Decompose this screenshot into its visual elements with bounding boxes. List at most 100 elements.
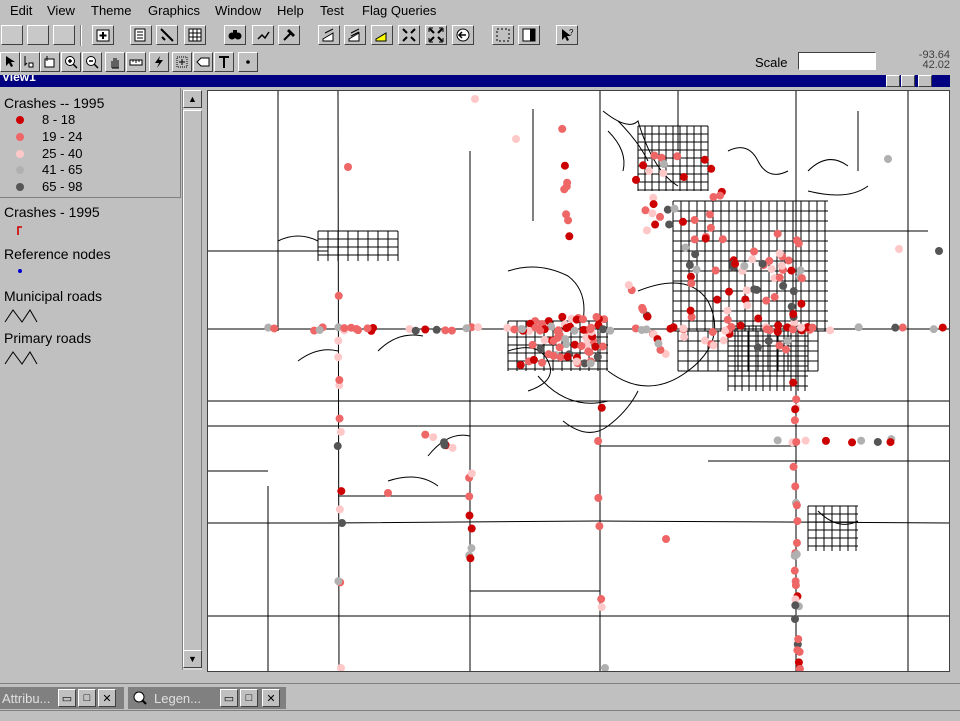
- crash-points: [264, 95, 947, 671]
- crash-point: [632, 175, 641, 184]
- scroll-up-icon[interactable]: ▲: [183, 90, 202, 108]
- minimized-legend-window[interactable]: Legen... ▭ □ ✕: [128, 687, 286, 709]
- crash-point: [448, 443, 457, 452]
- close-icon[interactable]: ✕: [262, 689, 280, 707]
- scroll-down-icon[interactable]: ▼: [183, 650, 202, 668]
- clear-selection-icon[interactable]: [518, 25, 540, 45]
- window-label: Attribu...: [2, 691, 51, 706]
- crash-point: [790, 551, 799, 560]
- crash-point: [529, 355, 538, 364]
- edit-legend-icon[interactable]: [156, 25, 178, 45]
- zoom-out-fixed-icon[interactable]: [425, 25, 447, 45]
- menu-bar: Edit View Theme Graphics Window Help Tes…: [0, 0, 960, 22]
- select-feature-icon[interactable]: [40, 52, 60, 72]
- crash-point: [701, 234, 710, 243]
- legend-scrollbar[interactable]: ▲ ▼: [182, 90, 202, 670]
- maximize-icon[interactable]: □: [78, 689, 96, 707]
- text-icon[interactable]: [214, 52, 234, 72]
- legend-symbol: [16, 166, 24, 174]
- hammer-icon[interactable]: [278, 25, 300, 45]
- crash-point: [775, 273, 784, 282]
- crash-point: [572, 357, 581, 366]
- zoom-full-icon[interactable]: [318, 25, 340, 45]
- crash-point: [797, 299, 806, 308]
- crash-point: [562, 182, 571, 191]
- crash-point: [624, 281, 633, 290]
- crash-point: [723, 306, 732, 315]
- close-icon[interactable]: ✕: [98, 689, 116, 707]
- pointer-icon[interactable]: [0, 52, 20, 72]
- restore-icon[interactable]: ▭: [220, 689, 238, 707]
- menu-test[interactable]: Test: [320, 3, 344, 18]
- crash-point: [334, 336, 343, 345]
- save-icon[interactable]: [53, 25, 75, 45]
- hotlink-icon[interactable]: [149, 52, 169, 72]
- crash-point: [773, 436, 782, 445]
- crash-point: [706, 223, 715, 232]
- crash-point: [794, 239, 803, 248]
- label-icon[interactable]: [193, 52, 213, 72]
- status-strip: [0, 710, 960, 721]
- menu-flag-queries[interactable]: Flag Queries: [362, 3, 436, 18]
- crash-point: [467, 469, 476, 478]
- measure-icon[interactable]: [126, 52, 146, 72]
- view-titlebar[interactable]: View1: [0, 75, 950, 87]
- zoom-out-icon[interactable]: [82, 52, 102, 72]
- zoom-selected-icon[interactable]: [371, 25, 393, 45]
- crash-point: [467, 524, 476, 533]
- crash-point: [935, 247, 943, 255]
- scroll-track[interactable]: [183, 110, 202, 650]
- vertex-edit-icon[interactable]: [20, 52, 40, 72]
- minimized-attributes-window[interactable]: Attribu... ▭ □ ✕: [0, 687, 124, 709]
- find-icon[interactable]: [224, 25, 246, 45]
- crash-point: [685, 261, 694, 270]
- crash-point: [789, 287, 798, 296]
- pan-icon[interactable]: [105, 52, 125, 72]
- crash-point: [891, 323, 900, 332]
- restore-icon[interactable]: ▭: [58, 689, 76, 707]
- draw-point-icon[interactable]: [238, 52, 258, 72]
- open-icon[interactable]: [27, 25, 49, 45]
- minimize-icon[interactable]: [886, 75, 900, 87]
- crash-point: [662, 535, 670, 543]
- map-canvas[interactable]: [208, 91, 950, 672]
- select-features-icon[interactable]: [492, 25, 514, 45]
- close-icon[interactable]: [918, 75, 932, 87]
- theme-properties-icon[interactable]: [130, 25, 152, 45]
- zoom-active-icon[interactable]: [344, 25, 366, 45]
- maximize-icon[interactable]: [901, 75, 915, 87]
- svg-text:?: ?: [569, 28, 574, 37]
- crash-point: [787, 266, 796, 275]
- line-symbol-icon: [4, 351, 38, 365]
- crash-point: [585, 348, 594, 357]
- query-icon[interactable]: [252, 25, 274, 45]
- area-of-interest-icon[interactable]: [172, 52, 192, 72]
- map-display[interactable]: [207, 90, 950, 672]
- crash-point: [723, 315, 732, 324]
- zoom-previous-icon[interactable]: [452, 25, 474, 45]
- menu-window[interactable]: Window: [215, 3, 261, 18]
- maximize-icon[interactable]: □: [240, 689, 258, 707]
- crash-point: [727, 323, 736, 332]
- crash-point: [536, 344, 545, 353]
- crash-point: [598, 342, 607, 351]
- crash-point: [340, 324, 349, 333]
- crash-point: [790, 416, 799, 425]
- menu-help[interactable]: Help: [277, 3, 304, 18]
- open-table-icon[interactable]: [184, 25, 206, 45]
- crash-point: [770, 293, 779, 302]
- menu-edit[interactable]: Edit: [10, 3, 32, 18]
- add-theme-icon[interactable]: [92, 25, 114, 45]
- crash-point: [597, 603, 606, 612]
- crash-point: [775, 249, 784, 258]
- scale-input[interactable]: [798, 52, 876, 70]
- tool-bar: Scale -93.64 42.02: [0, 50, 960, 75]
- menu-graphics[interactable]: Graphics: [148, 3, 200, 18]
- new-icon[interactable]: [1, 25, 23, 45]
- menu-theme[interactable]: Theme: [91, 3, 131, 18]
- coordinate-readout: -93.64 42.02: [900, 50, 950, 71]
- help-icon[interactable]: ?: [556, 25, 578, 45]
- zoom-in-icon[interactable]: [61, 52, 81, 72]
- zoom-in-fixed-icon[interactable]: [398, 25, 420, 45]
- menu-view[interactable]: View: [47, 3, 75, 18]
